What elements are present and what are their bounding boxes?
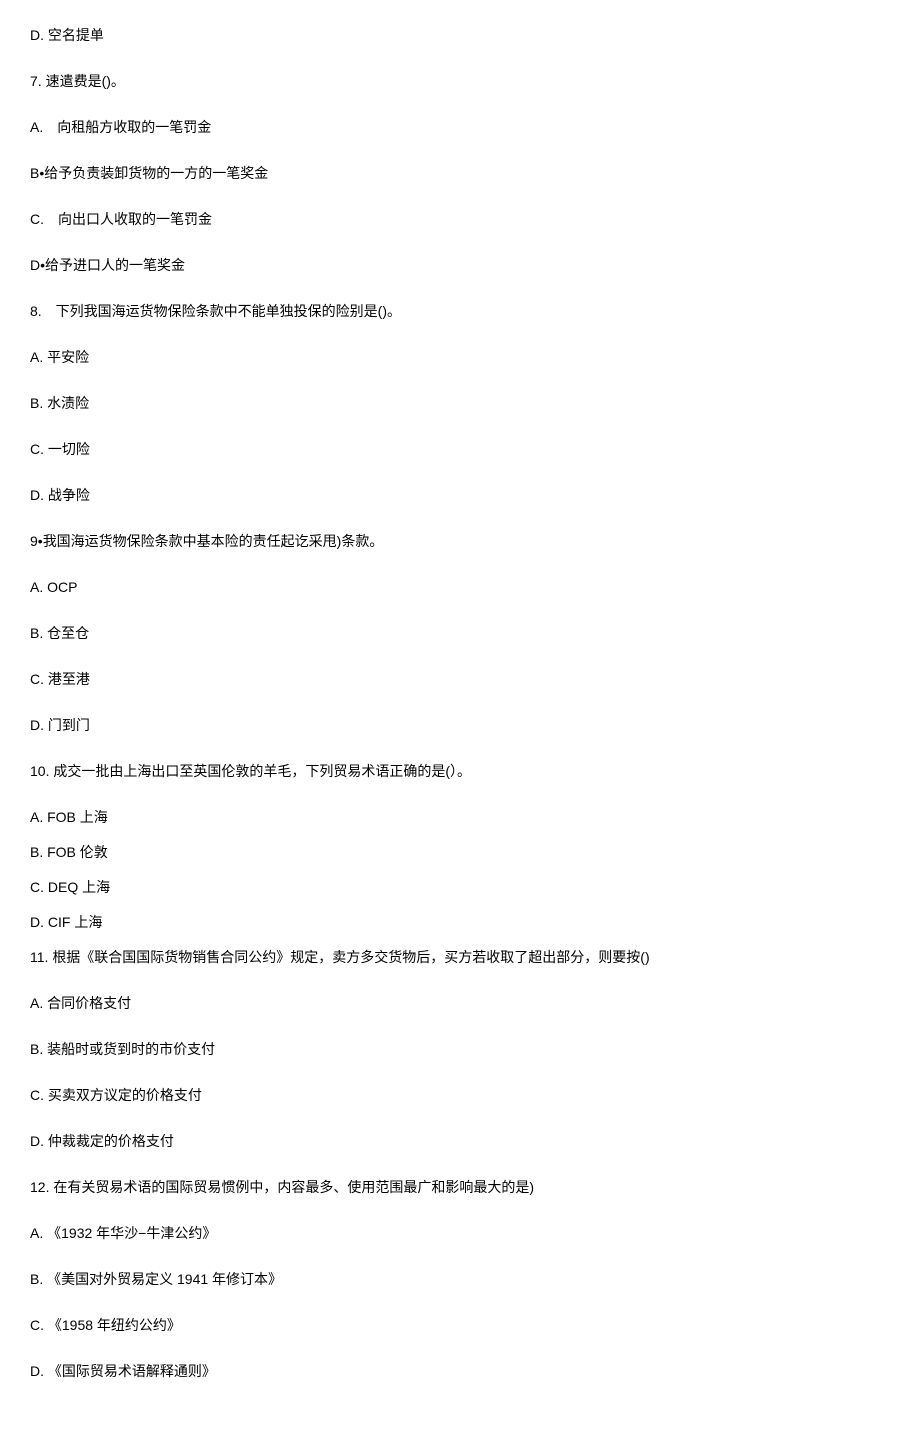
document-line: A. 向租船方收取的一笔罚金 bbox=[30, 117, 890, 138]
document-line: C. DEQ 上海 bbox=[30, 877, 890, 898]
document-line: B. FOB 伦敦 bbox=[30, 842, 890, 863]
document-line: D. 空名提单 bbox=[30, 25, 890, 46]
document-line: C. 一切险 bbox=[30, 439, 890, 460]
document-line: 8. 下列我国海运货物保险条款中不能单独投保的险别是()。 bbox=[30, 301, 890, 322]
document-line: B. 仓至仓 bbox=[30, 623, 890, 644]
document-line: B•给予负责装卸货物的一方的一笔奖金 bbox=[30, 163, 890, 184]
document-line: B. 水渍险 bbox=[30, 393, 890, 414]
document-line: A. 平安险 bbox=[30, 347, 890, 368]
document-line: D. 《国际贸易术语解释通则》 bbox=[30, 1361, 890, 1382]
document-line: D. CIF 上海 bbox=[30, 912, 890, 933]
document-line: C. 向出口人收取的一笔罚金 bbox=[30, 209, 890, 230]
document-line: 9•我国海运货物保险条款中基本险的责任起讫采甩)条款。 bbox=[30, 531, 890, 552]
document-line: C. 《1958 年纽约公约》 bbox=[30, 1315, 890, 1336]
document-line: D. 战争险 bbox=[30, 485, 890, 506]
document-line: B. 《美国对外贸易定义 1941 年修订本》 bbox=[30, 1269, 890, 1290]
document-line: A. FOB 上海 bbox=[30, 807, 890, 828]
document-line: 12. 在有关贸易术语的国际贸易惯例中，内容最多、使用范围最广和影响最大的是) bbox=[30, 1177, 890, 1198]
document-line: 11. 根据《联合国国际货物销售合同公约》规定，卖方多交货物后，买方若收取了超出… bbox=[30, 947, 890, 968]
document-line: 7. 速遣费是()。 bbox=[30, 71, 890, 92]
document-line: D. 门到门 bbox=[30, 715, 890, 736]
document-line: A. 合同价格支付 bbox=[30, 993, 890, 1014]
document-line: A. OCP bbox=[30, 577, 890, 598]
document-line: B. 装船时或货到时的市价支付 bbox=[30, 1039, 890, 1060]
document-line: A. 《1932 年华沙−牛津公约》 bbox=[30, 1223, 890, 1244]
document-line: D. 仲裁裁定的价格支付 bbox=[30, 1131, 890, 1152]
document-line: D•给予进口人的一笔奖金 bbox=[30, 255, 890, 276]
document-line: 10. 成交一批由上海出口至英国伦敦的羊毛，下列贸易术语正确的是(）。 bbox=[30, 761, 890, 782]
document-line: C. 买卖双方议定的价格支付 bbox=[30, 1085, 890, 1106]
document-line: C. 港至港 bbox=[30, 669, 890, 690]
